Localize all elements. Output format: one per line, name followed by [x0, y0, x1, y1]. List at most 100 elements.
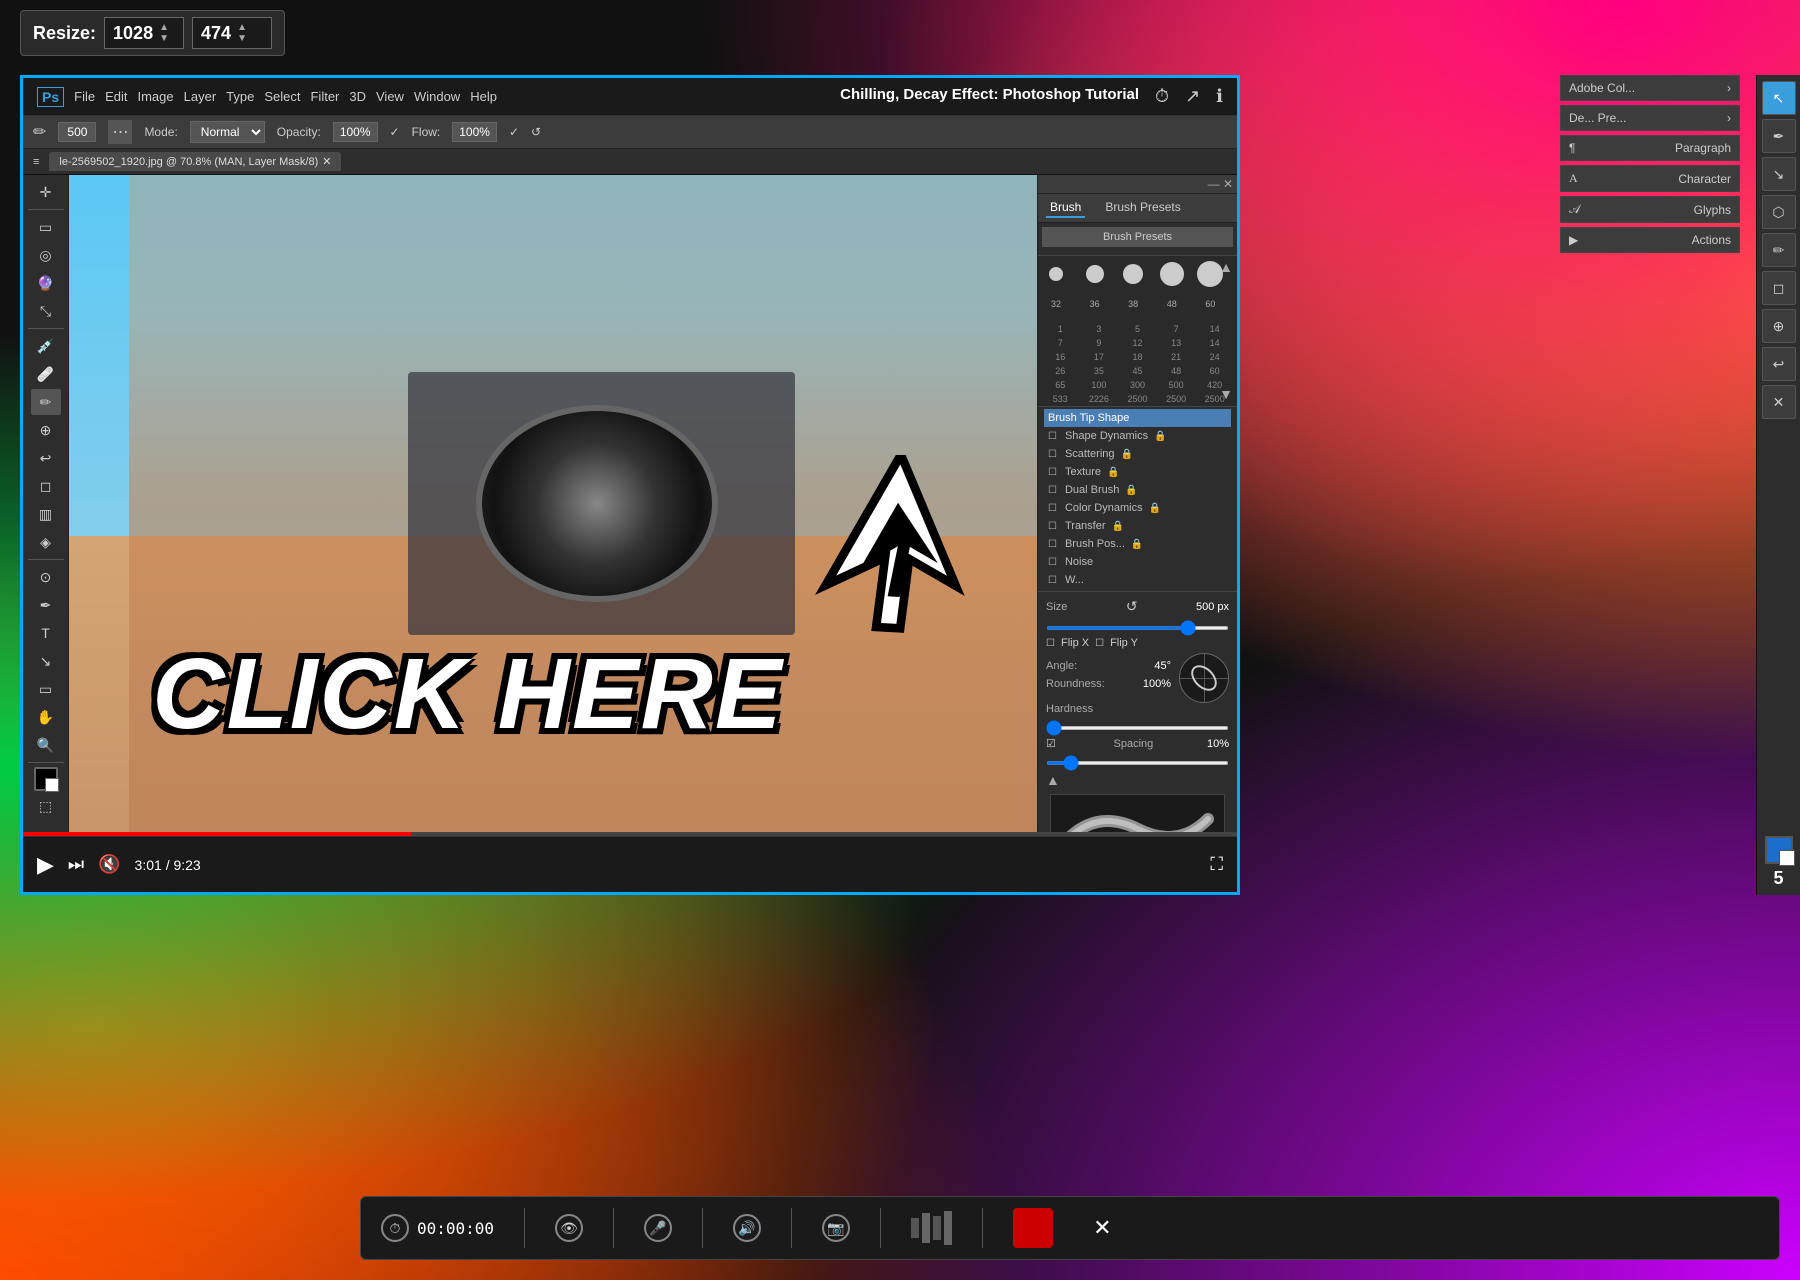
brush-presets-tab[interactable]: Brush Presets — [1101, 198, 1184, 218]
video-progress-track[interactable] — [23, 832, 1237, 836]
tool-marquee[interactable]: ▭ — [31, 214, 61, 240]
strip-paint-btn[interactable]: ✏ — [1762, 233, 1796, 267]
checkbox-dual[interactable]: ☐ — [1048, 485, 1057, 496]
category-noise[interactable]: ☐ Noise — [1044, 553, 1231, 571]
document-tab[interactable]: le-2569502_1920.jpg @ 70.8% (MAN, Layer … — [49, 152, 341, 171]
checkbox-color[interactable]: ☐ — [1048, 503, 1057, 514]
checkbox-transfer[interactable]: ☐ — [1048, 521, 1057, 532]
menu-item-type[interactable]: Type — [226, 89, 254, 104]
tool-quickmask[interactable]: ⬚ — [31, 793, 61, 819]
close-recording-button[interactable]: ✕ — [1093, 1215, 1111, 1241]
strip-path-btn[interactable]: ↘ — [1762, 157, 1796, 191]
strip-select-btn[interactable]: ↖ — [1762, 81, 1796, 115]
next-button[interactable]: ⏭ — [68, 854, 84, 875]
tool-eraser[interactable]: ◻ — [31, 473, 61, 499]
tool-quick-select[interactable]: 🔮 — [31, 270, 61, 296]
flip-x-checkbox[interactable]: ☐ — [1046, 638, 1055, 649]
airbrush-icon[interactable]: ↺ — [531, 125, 541, 139]
tool-hand[interactable]: ✋ — [31, 704, 61, 730]
resize-height-arrows[interactable]: ▲▼ — [237, 22, 247, 44]
brush-preset-6[interactable]: 32 — [1042, 290, 1070, 318]
click-here-text[interactable]: CLICK HERE — [119, 637, 817, 752]
tool-history-brush[interactable]: ↩ — [31, 445, 61, 471]
opacity-toggle-icon[interactable]: ✓ — [390, 125, 400, 139]
fg-color-swatch[interactable] — [1765, 836, 1793, 864]
brush-preset-1[interactable] — [1042, 260, 1070, 288]
flow-value[interactable]: 100% — [452, 122, 497, 142]
strip-pen-btn[interactable]: ✒ — [1762, 119, 1796, 153]
tool-clone[interactable]: ⊕ — [31, 417, 61, 443]
strip-stamp-btn[interactable]: ⊕ — [1762, 309, 1796, 343]
brush-preset-2[interactable] — [1081, 260, 1109, 288]
volume-icon[interactable]: 🔇 — [98, 854, 120, 875]
mic-btn[interactable]: 🎤 — [644, 1214, 672, 1242]
tool-gradient[interactable]: ▥ — [31, 501, 61, 527]
strip-undo-btn[interactable]: ↩ — [1762, 347, 1796, 381]
brush-size-display[interactable]: 500 — [58, 122, 96, 142]
play-button[interactable]: ▶ — [37, 852, 54, 878]
tool-pen[interactable]: ✒ — [31, 592, 61, 618]
resize-height-box[interactable]: 474 ▲▼ — [192, 17, 272, 49]
brush-tab[interactable]: Brush — [1046, 198, 1085, 218]
panel-device-chevron[interactable]: › — [1727, 111, 1731, 125]
resize-width-arrows[interactable]: ▲▼ — [159, 22, 169, 44]
menu-item-layer[interactable]: Layer — [184, 89, 217, 104]
tool-brush[interactable]: ✏ — [31, 389, 61, 415]
menu-item-3d[interactable]: 3D — [349, 89, 366, 104]
checkbox-pos[interactable]: ☐ — [1048, 539, 1057, 550]
size-reset-icon[interactable]: ↺ — [1126, 598, 1138, 615]
category-scattering[interactable]: ☐ Scattering 🔒 — [1044, 445, 1231, 463]
brush-preset-7[interactable]: 36 — [1081, 290, 1109, 318]
checkbox-texture[interactable]: ☐ — [1048, 467, 1057, 478]
brush-preset-8[interactable]: 38 — [1119, 290, 1147, 318]
collapse-panel-icon[interactable]: ≡ — [33, 156, 39, 168]
category-brush-tip[interactable]: Brush Tip Shape — [1044, 409, 1231, 427]
tool-lasso[interactable]: ◎ — [31, 242, 61, 268]
brush-preset-10[interactable]: 60 — [1196, 290, 1224, 318]
category-shape-dynamics[interactable]: ☐ Shape Dynamics 🔒 — [1044, 427, 1231, 445]
strip-shape-btn[interactable]: ⬡ — [1762, 195, 1796, 229]
timer-btn[interactable]: ⏱ 00:00:00 — [381, 1214, 494, 1242]
info-icon[interactable]: ℹ — [1216, 86, 1223, 107]
menu-item-file[interactable]: File — [74, 89, 95, 104]
brush-presets-button[interactable]: Brush Presets — [1042, 227, 1233, 247]
stop-recording-button[interactable] — [1013, 1208, 1053, 1248]
category-texture[interactable]: ☐ Texture 🔒 — [1044, 463, 1231, 481]
menu-item-filter[interactable]: Filter — [310, 89, 339, 104]
category-brush-pos[interactable]: ☐ Brush Pos... 🔒 — [1044, 535, 1231, 553]
tool-blur[interactable]: ◈ — [31, 529, 61, 555]
brush-options-icon[interactable]: ⋯ — [108, 120, 132, 144]
checkbox-shape[interactable]: ☐ — [1048, 431, 1057, 442]
menu-item-window[interactable]: Window — [414, 89, 460, 104]
screenshot-btn[interactable]: 📷 — [822, 1214, 850, 1242]
category-transfer[interactable]: ☐ Transfer 🔒 — [1044, 517, 1231, 535]
tool-path-select[interactable]: ↘ — [31, 648, 61, 674]
spacing-checkbox[interactable]: ☑ — [1046, 737, 1056, 750]
brush-grid-scroll-down[interactable]: ▼ — [1219, 386, 1233, 402]
panel-header-chevron[interactable]: › — [1727, 81, 1731, 95]
tool-move[interactable]: ✛ — [31, 179, 61, 205]
menu-item-edit[interactable]: Edit — [105, 89, 127, 104]
click-here-overlay[interactable]: CLICK HERE — [119, 637, 817, 752]
brush-preset-9[interactable]: 48 — [1158, 290, 1186, 318]
opacity-value[interactable]: 100% — [333, 122, 378, 142]
brush-preset-3[interactable] — [1119, 260, 1147, 288]
tool-crop[interactable]: ⤡ — [31, 298, 61, 324]
tool-fg-color[interactable] — [34, 767, 58, 791]
flip-y-checkbox[interactable]: ☐ — [1095, 638, 1104, 649]
share-icon[interactable]: ↗ — [1185, 86, 1200, 107]
strip-erase-btn[interactable]: ◻ — [1762, 271, 1796, 305]
spacing-slider[interactable] — [1046, 761, 1229, 765]
hardness-slider[interactable] — [1046, 726, 1229, 730]
checkbox-wet[interactable]: ☐ — [1048, 575, 1057, 586]
brush-tool-icon[interactable]: ✏ — [33, 122, 46, 142]
speaker-btn[interactable]: 🔊 — [733, 1214, 761, 1242]
panel-collapse-btn[interactable]: — ✕ — [1208, 177, 1233, 191]
mode-select[interactable]: Normal Multiply Screen — [190, 121, 265, 143]
history-icon[interactable]: ⏱ — [1155, 86, 1169, 107]
menu-item-select[interactable]: Select — [264, 89, 300, 104]
resize-width-box[interactable]: 1028 ▲▼ — [104, 17, 184, 49]
menu-item-image[interactable]: Image — [137, 89, 173, 104]
webcam-btn[interactable]: 👁 — [555, 1214, 583, 1242]
tool-shape[interactable]: ▭ — [31, 676, 61, 702]
